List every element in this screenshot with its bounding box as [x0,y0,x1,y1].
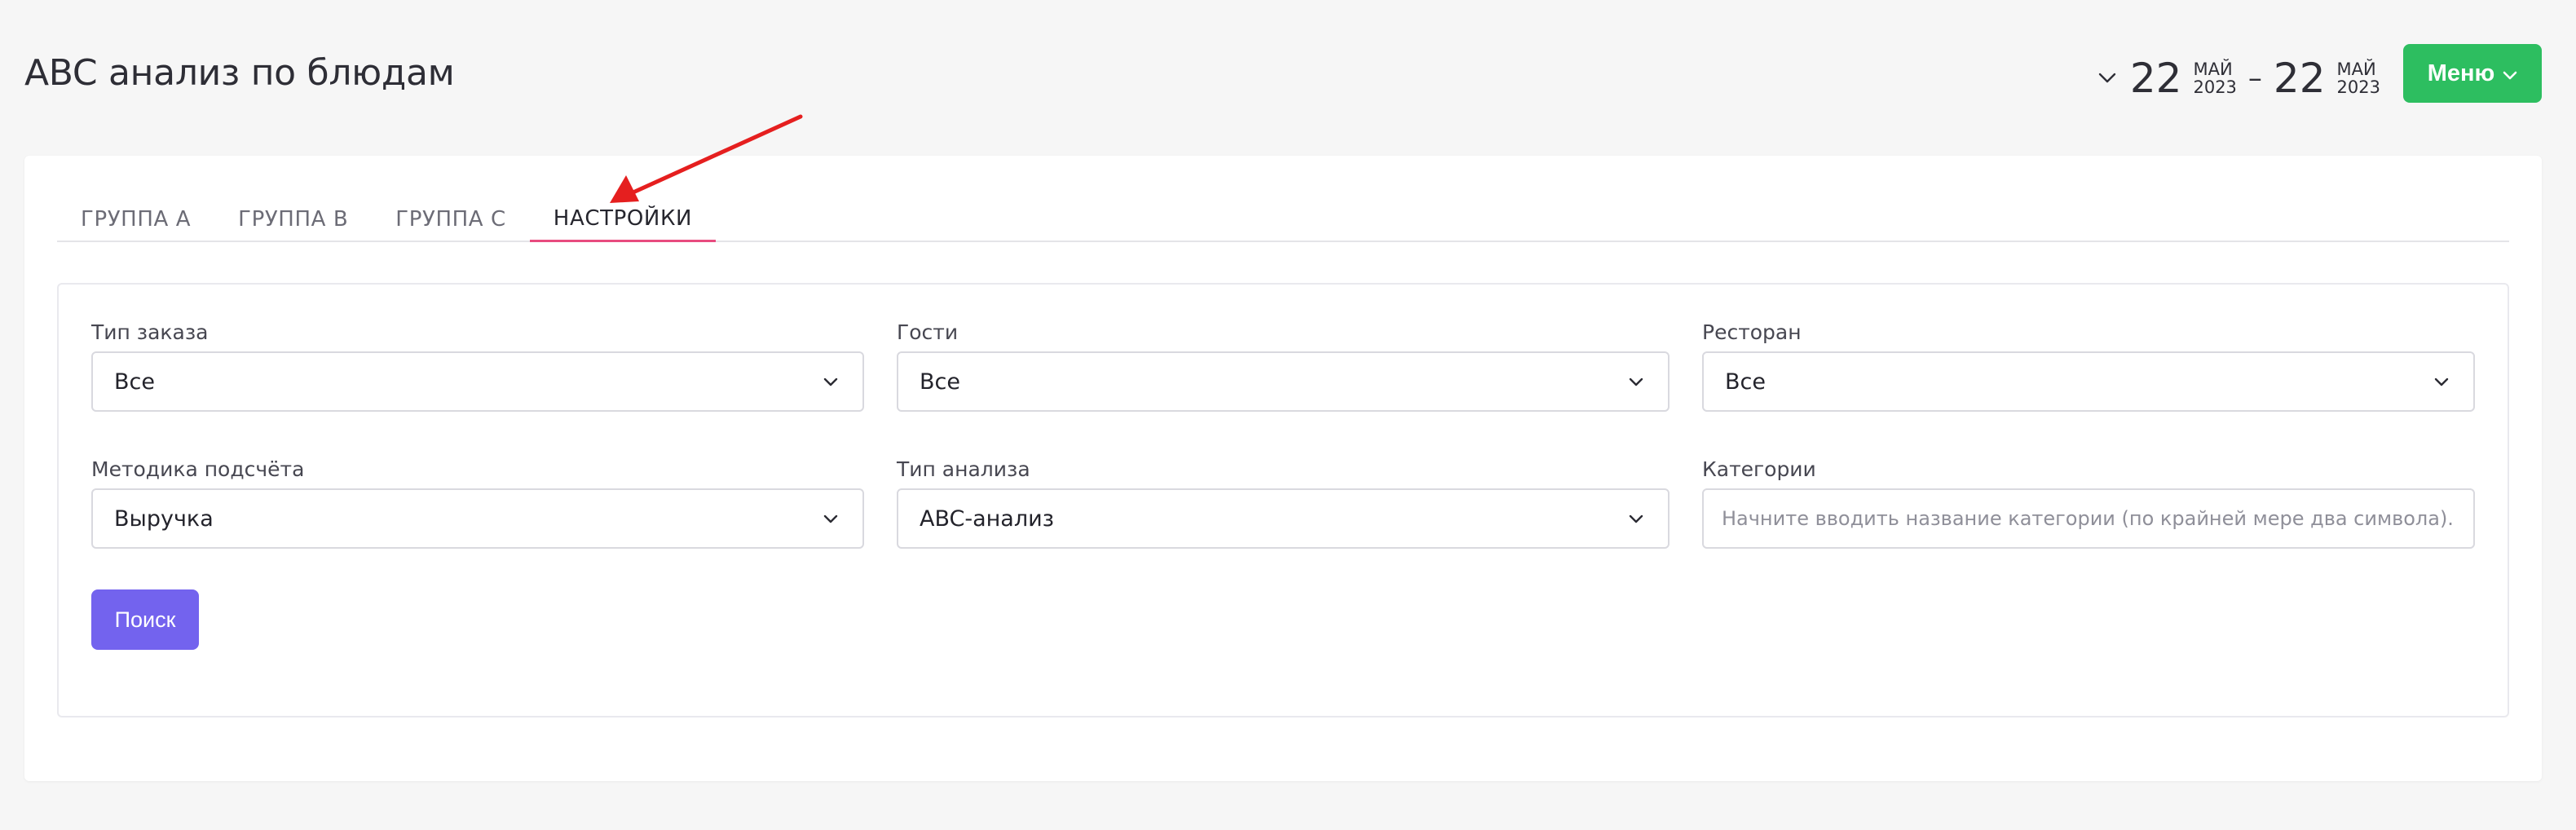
categories-field: Категории [1702,457,2475,549]
chevron-down-icon [2503,60,2517,87]
tab-group-b[interactable]: ГРУППА B [214,196,372,242]
calc-method-label: Методика подсчёта [91,457,305,481]
page-title: ABC анализ по блюдам [24,52,455,94]
order-type-field: Тип заказа Все [91,320,864,412]
restaurant-select[interactable]: Все [1702,351,2475,412]
date-to-month: МАЙ [2336,59,2376,79]
chevron-down-icon [1625,508,1647,529]
restaurant-field: Ресторан Все [1702,320,2475,412]
page-root: ABC анализ по блюдам 22 МАЙ 2023 – 22 МА… [0,0,2576,830]
chevron-down-icon [820,508,841,529]
tab-settings[interactable]: НАСТРОЙКИ [529,196,717,242]
settings-panel: Тип заказа Все Гости Все Ресторан Все Ме… [57,283,2509,717]
guests-label: Гости [897,320,959,344]
menu-button-label: Меню [2427,60,2495,86]
tab-group-a[interactable]: ГРУППА A [57,196,214,242]
analysis-type-label: Тип анализа [897,457,1030,481]
guests-select[interactable]: Все [897,351,1670,412]
chevron-down-icon [2431,371,2452,392]
date-from-year: 2023 [2193,77,2237,97]
date-to-day: 22 [2273,55,2326,102]
order-type-label: Тип заказа [91,320,209,344]
tab-bar: ГРУППА A ГРУППА B ГРУППА C НАСТРОЙКИ [57,196,2509,242]
date-from-day: 22 [2129,55,2182,102]
analysis-type-field: Тип анализа ABC-анализ [897,457,1670,549]
calc-method-select[interactable]: Выручка [91,488,864,549]
categories-input[interactable] [1702,488,2475,549]
date-range-picker[interactable]: 22 МАЙ 2023 – 22 МАЙ 2023 [2093,54,2380,103]
chevron-down-icon [1625,371,1647,392]
date-from[interactable]: 22 МАЙ 2023 [2130,58,2237,99]
calc-method-value: Выручка [114,506,214,532]
tab-group-c[interactable]: ГРУППА C [372,196,530,242]
date-to[interactable]: 22 МАЙ 2023 [2274,58,2380,99]
menu-button[interactable]: Меню [2403,44,2542,103]
chevron-down-icon [820,371,841,392]
analysis-type-value: ABC-анализ [920,506,1055,532]
guests-field: Гости Все [897,320,1670,412]
search-button[interactable]: Поиск [91,589,199,650]
restaurant-label: Ресторан [1702,320,1802,344]
date-separator: – [2247,62,2262,95]
analysis-type-select[interactable]: ABC-анализ [897,488,1670,549]
guests-value: Все [920,369,960,395]
categories-label: Категории [1702,457,1816,481]
date-from-month: МАЙ [2193,59,2233,79]
order-type-value: Все [114,369,155,395]
report-card: ГРУППА A ГРУППА B ГРУППА C НАСТРОЙКИ Тип… [24,156,2542,781]
order-type-select[interactable]: Все [91,351,864,412]
calc-method-field: Методика подсчёта Выручка [91,457,864,549]
restaurant-value: Все [1725,369,1766,395]
date-to-year: 2023 [2336,77,2380,97]
chevron-down-icon[interactable] [2093,64,2122,93]
